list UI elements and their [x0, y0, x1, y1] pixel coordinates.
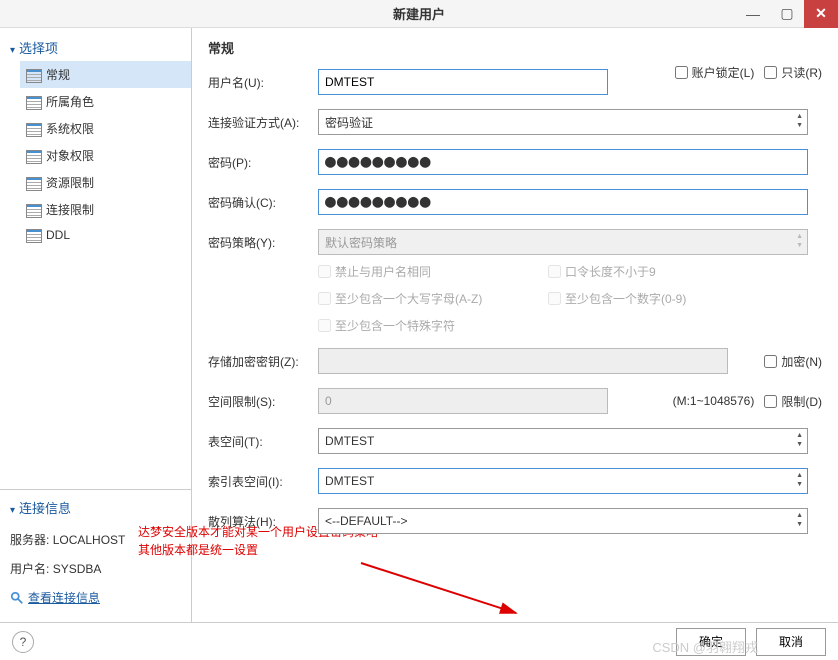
sidebar-item-general[interactable]: 常规: [20, 61, 191, 88]
sidebar-item-label: 常规: [46, 66, 70, 83]
policy-opt-special: 至少包含一个特殊字符: [318, 317, 548, 334]
cancel-button[interactable]: 取消: [756, 628, 826, 656]
tablespace-label: 表空间(T):: [208, 433, 318, 450]
spinner-icon: ▲▼: [796, 471, 803, 489]
account-locked-checkbox[interactable]: 账户锁定(L): [675, 64, 755, 81]
spinner-icon: ▲▼: [796, 232, 803, 250]
sidebar-item-ddl[interactable]: DDL: [20, 223, 191, 247]
space-limit-input: [318, 388, 608, 414]
password-label: 密码(P):: [208, 154, 318, 171]
sidebar-item-label: DDL: [46, 228, 70, 242]
maximize-button[interactable]: ▢: [770, 0, 804, 28]
policy-opt-uppercase: 至少包含一个大写字母(A-Z): [318, 290, 548, 307]
space-limit-label: 空间限制(S):: [208, 393, 318, 410]
grid-icon: [26, 177, 40, 189]
spinner-icon: ▲▼: [796, 431, 803, 449]
password-confirm-input[interactable]: ●●●●●●●●●: [318, 189, 808, 215]
window-buttons: — ▢ ✕: [736, 0, 838, 28]
policy-opt-digit: 至少包含一个数字(0-9): [548, 290, 778, 307]
titlebar: 新建用户 — ▢ ✕: [0, 0, 838, 28]
policy-select: 默认密码策略 ▲▼: [318, 229, 808, 255]
index-ts-label: 索引表空间(I):: [208, 473, 318, 490]
help-button[interactable]: ?: [12, 631, 34, 653]
footer: ? CSDN @羽翱翔戎 确定 取消: [0, 622, 838, 660]
sidebar-item-resource-limit[interactable]: 资源限制: [20, 169, 191, 196]
sidebar-item-object-priv[interactable]: 对象权限: [20, 142, 191, 169]
password-confirm-label: 密码确认(C):: [208, 194, 318, 211]
minimize-button[interactable]: —: [736, 0, 770, 28]
magnifier-icon: [10, 591, 24, 605]
close-button[interactable]: ✕: [804, 0, 838, 28]
arrow-icon: [356, 558, 536, 628]
auth-label: 连接验证方式(A):: [208, 114, 318, 131]
grid-icon: [26, 204, 40, 216]
content-title: 常规: [208, 38, 822, 57]
sidebar-item-connection-limit[interactable]: 连接限制: [20, 196, 191, 223]
encrypt-key-input: [318, 348, 728, 374]
password-input[interactable]: ●●●●●●●●●: [318, 149, 808, 175]
policy-label: 密码策略(Y):: [208, 234, 318, 251]
sidebar-item-system-priv[interactable]: 系统权限: [20, 115, 191, 142]
grid-icon: [26, 69, 40, 81]
encrypt-checkbox[interactable]: 加密(N): [764, 353, 822, 370]
readonly-checkbox[interactable]: 只读(R): [764, 64, 822, 81]
spinner-icon: ▲▼: [796, 112, 803, 130]
space-limit-range: (M:1~1048576): [673, 394, 755, 408]
grid-icon: [26, 123, 40, 135]
sidebar-item-label: 连接限制: [46, 201, 94, 218]
sidebar-section-options[interactable]: 选择项: [0, 34, 191, 61]
hash-select[interactable]: <--DEFAULT--> ▲▼: [318, 508, 808, 534]
sidebar-item-label: 所属角色: [46, 93, 94, 110]
grid-icon: [26, 150, 40, 162]
index-ts-select[interactable]: DMTEST ▲▼: [318, 468, 808, 494]
grid-icon: [26, 96, 40, 108]
sidebar-item-label: 资源限制: [46, 174, 94, 191]
grid-icon: [26, 229, 40, 241]
limit-checkbox[interactable]: 限制(D): [764, 393, 822, 410]
username-label: 用户名(U):: [208, 74, 318, 91]
policy-opt-length: 口令长度不小于9: [548, 263, 778, 280]
content-panel: 常规 用户名(U): 账户锁定(L) 只读(R) 连接验证方式(A): 密码验证…: [192, 28, 838, 622]
window-title: 新建用户: [0, 4, 838, 23]
view-connection-link[interactable]: 查看连接信息: [10, 589, 181, 606]
sidebar-item-label: 对象权限: [46, 147, 94, 164]
sidebar-item-roles[interactable]: 所属角色: [20, 88, 191, 115]
sidebar-section-connection[interactable]: 连接信息: [0, 494, 191, 521]
sidebar-item-label: 系统权限: [46, 120, 94, 137]
spinner-icon: ▲▼: [796, 511, 803, 529]
ok-button[interactable]: 确定: [676, 628, 746, 656]
username-input[interactable]: [318, 69, 608, 95]
encrypt-key-label: 存储加密密钥(Z):: [208, 353, 318, 370]
tablespace-select[interactable]: DMTEST ▲▼: [318, 428, 808, 454]
policy-options: 达梦安全版本才能对某一个用户设置密码策略 其他版本都是统一设置 禁止与用户名相同…: [318, 263, 822, 334]
policy-opt-no-username: 禁止与用户名相同: [318, 263, 548, 280]
auth-select[interactable]: 密码验证 ▲▼: [318, 109, 808, 135]
